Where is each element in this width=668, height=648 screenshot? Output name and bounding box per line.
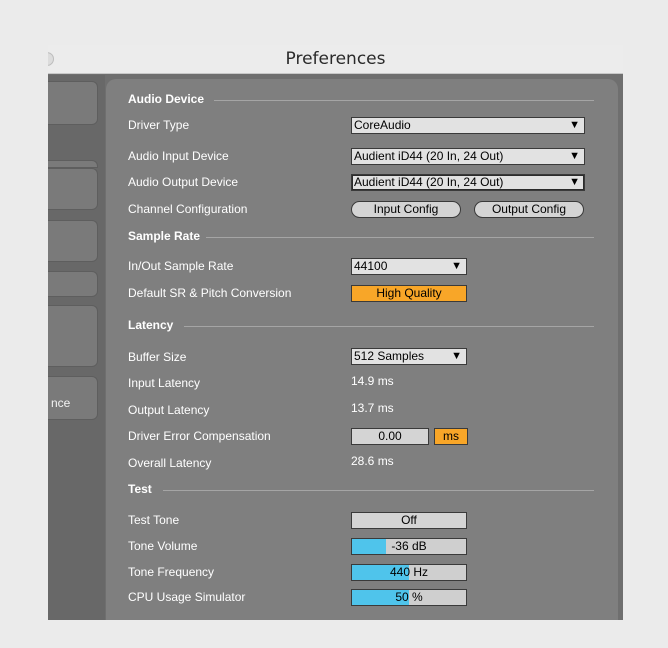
cpu-usage-simulator-label: CPU Usage Simulator [128, 590, 246, 604]
channel-configuration-label: Channel Configuration [128, 202, 248, 216]
title-bar: Preferences [48, 45, 623, 74]
audio-output-device-dropdown[interactable]: Audient iD44 (20 In, 24 Out) ▼ [351, 174, 585, 191]
overall-latency-label: Overall Latency [128, 456, 212, 470]
buffer-size-value: 512 Samples [354, 349, 425, 363]
input-latency-label: Input Latency [128, 376, 201, 390]
sidebar-tab-3[interactable] [48, 220, 98, 262]
section-divider [184, 326, 594, 327]
driver-type-value: CoreAudio [354, 118, 411, 132]
sidebar-tab-2[interactable] [48, 168, 98, 210]
output-config-button[interactable]: Output Config [474, 201, 584, 218]
test-tone-label: Test Tone [128, 513, 180, 527]
tone-volume-slider[interactable]: -36 dB [351, 538, 467, 555]
slider-value: 50 % [395, 590, 423, 604]
audio-input-device-dropdown[interactable]: Audient iD44 (20 In, 24 Out) ▼ [351, 148, 585, 165]
buffer-size-dropdown[interactable]: 512 Samples ▼ [351, 348, 467, 365]
slider-value: -36 dB [391, 539, 427, 553]
driver-type-dropdown[interactable]: CoreAudio ▼ [351, 117, 585, 134]
section-heading-test: Test [128, 482, 152, 496]
preferences-window: Preferences nce Audio Device Driver Type… [48, 45, 623, 620]
sample-rate-dropdown[interactable]: 44100 ▼ [351, 258, 467, 275]
sr-pitch-conversion-button[interactable]: High Quality [351, 285, 467, 302]
audio-output-device-label: Audio Output Device [128, 175, 239, 189]
driver-type-label: Driver Type [128, 118, 190, 132]
tone-frequency-slider[interactable]: 440 Hz [351, 564, 467, 581]
section-divider [214, 100, 594, 101]
section-divider [163, 490, 594, 491]
audio-input-device-value: Audient iD44 (20 In, 24 Out) [354, 149, 504, 163]
chevron-down-icon: ▼ [451, 260, 462, 272]
audio-input-device-label: Audio Input Device [128, 149, 229, 163]
input-config-button[interactable]: Input Config [351, 201, 461, 218]
chevron-down-icon: ▼ [569, 119, 580, 131]
test-tone-toggle[interactable]: Off [351, 512, 467, 529]
chevron-down-icon: ▼ [569, 150, 580, 162]
audio-preferences-panel: Audio Device Driver Type CoreAudio ▼ Aud… [106, 79, 618, 620]
section-heading-sample-rate: Sample Rate [128, 229, 201, 243]
sample-rate-label: In/Out Sample Rate [128, 259, 234, 273]
overall-latency-value: 28.6 ms [351, 454, 394, 468]
cpu-usage-simulator-slider[interactable]: 50 % [351, 589, 467, 606]
tone-volume-label: Tone Volume [128, 539, 198, 553]
sidebar-tab-1[interactable] [48, 81, 98, 125]
driver-error-compensation-label: Driver Error Compensation [128, 429, 271, 443]
sidebar-tab-4[interactable] [48, 271, 98, 297]
driver-error-compensation-input[interactable]: 0.00 [351, 428, 429, 445]
output-latency-value: 13.7 ms [351, 401, 394, 415]
driver-error-unit-button[interactable]: ms [434, 428, 468, 445]
buffer-size-label: Buffer Size [128, 350, 187, 364]
slider-value: 440 Hz [389, 565, 429, 579]
section-heading-audio-device: Audio Device [128, 92, 205, 106]
window-title: Preferences [285, 49, 386, 69]
audio-output-device-value: Audient iD44 (20 In, 24 Out) [354, 175, 504, 189]
tone-frequency-label: Tone Frequency [128, 565, 215, 579]
sidebar-tab-label: nce [51, 396, 71, 410]
sidebar-tab-5[interactable] [48, 305, 98, 367]
section-divider [206, 237, 594, 238]
chevron-down-icon: ▼ [451, 350, 462, 362]
sidebar-tab-maintenance[interactable]: nce [48, 376, 98, 420]
chevron-down-icon: ▼ [569, 176, 580, 188]
preferences-sidebar: nce [48, 75, 105, 620]
output-latency-label: Output Latency [128, 403, 210, 417]
sample-rate-value: 44100 [354, 259, 388, 273]
section-heading-latency: Latency [128, 318, 174, 332]
input-latency-value: 14.9 ms [351, 374, 394, 388]
sr-pitch-conversion-label: Default SR & Pitch Conversion [128, 286, 292, 300]
sidebar-tab-separator [48, 160, 98, 168]
